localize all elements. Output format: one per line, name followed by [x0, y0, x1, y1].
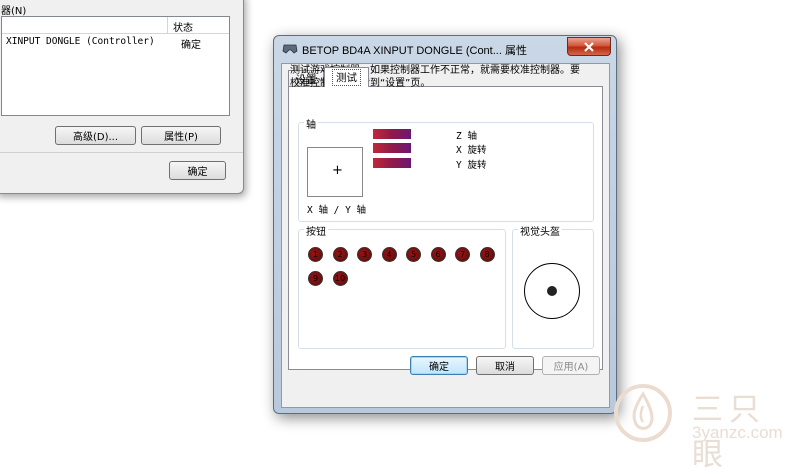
column-divider[interactable] — [167, 17, 168, 33]
controller-button-4: 4 — [381, 247, 397, 262]
crosshair: + — [332, 163, 343, 178]
tab-test[interactable]: 测试 — [324, 67, 369, 87]
dialog-title: BETOP BD4A XINPUT DONGLE (Cont... 属性 — [302, 45, 527, 57]
y-rotation-label: Y 旋转 — [456, 160, 487, 171]
game-controllers-window: 器(N) 状态 XINPUT DONGLE (Controller) 确定 高级… — [0, 0, 244, 194]
watermark-url: 3yanzc.com — [692, 423, 783, 442]
controller-button-1: 1 — [308, 247, 323, 262]
properties-dialog: BETOP BD4A XINPUT DONGLE (Cont... 属性 设置 … — [273, 35, 617, 414]
ok-button[interactable]: 确定 — [410, 356, 468, 375]
ok-button[interactable]: 确定 — [169, 161, 226, 180]
advanced-button[interactable]: 高级(D)... — [55, 126, 136, 145]
watermark: 三只眼 3yanzc.com — [612, 382, 800, 473]
list-header: 状态 — [2, 17, 229, 34]
controller-button-5: 5 — [406, 247, 421, 262]
controller-button-3: 3 — [357, 247, 372, 262]
pov-hat-display — [524, 263, 580, 319]
controller-button-2: 2 — [332, 247, 348, 262]
z-axis-bar — [373, 129, 411, 139]
gamepad-icon — [282, 44, 298, 54]
pov-hat-group: 视觉头盔 — [512, 223, 594, 349]
x-rotation-bar — [373, 143, 411, 153]
z-axis-label: Z 轴 — [456, 131, 477, 142]
buttons-group: 按钮 1 2 3 4 5 6 7 8 9 10 — [298, 223, 506, 349]
xy-axis-label: X 轴 / Y 轴 — [307, 205, 367, 216]
controller-button-6: 6 — [430, 247, 446, 262]
y-rotation-bar — [373, 158, 411, 168]
controller-status: 确定 — [181, 40, 201, 51]
controller-list[interactable]: 状态 XINPUT DONGLE (Controller) 确定 — [1, 16, 230, 116]
x-rotation-label: X 旋转 — [456, 145, 487, 156]
pov-hat-group-label: 视觉头盔 — [518, 223, 562, 238]
apply-button: 应用(A) — [542, 356, 600, 375]
controller-button-10: 10 — [332, 271, 348, 286]
divider — [0, 152, 243, 153]
tab-test-label: 测试 — [332, 69, 361, 86]
controller-button-8: 8 — [479, 247, 495, 262]
controller-name: XINPUT DONGLE (Controller) — [6, 36, 155, 47]
pov-hat-indicator — [547, 286, 557, 296]
controller-list-label: 器(N) — [1, 6, 27, 17]
properties-button[interactable]: 属性(P) — [141, 126, 221, 145]
buttons-group-label: 按钮 — [304, 223, 328, 238]
close-button[interactable] — [567, 37, 611, 56]
controller-button-9: 9 — [308, 271, 323, 286]
close-icon — [584, 41, 594, 52]
axes-group: 轴 + X 轴 / Y 轴 Z 轴 X 旋转 Y 旋转 — [298, 116, 594, 222]
list-item[interactable]: XINPUT DONGLE (Controller) 确定 — [2, 34, 229, 51]
axes-group-label: 轴 — [304, 116, 318, 131]
cancel-button[interactable]: 取消 — [476, 356, 534, 375]
column-header-status[interactable]: 状态 — [173, 19, 193, 34]
controller-button-7: 7 — [455, 247, 470, 262]
xy-axis-display: + — [307, 147, 363, 197]
title-bar[interactable]: BETOP BD4A XINPUT DONGLE (Cont... 属性 — [274, 36, 616, 62]
watermark-logo-icon — [614, 384, 672, 442]
